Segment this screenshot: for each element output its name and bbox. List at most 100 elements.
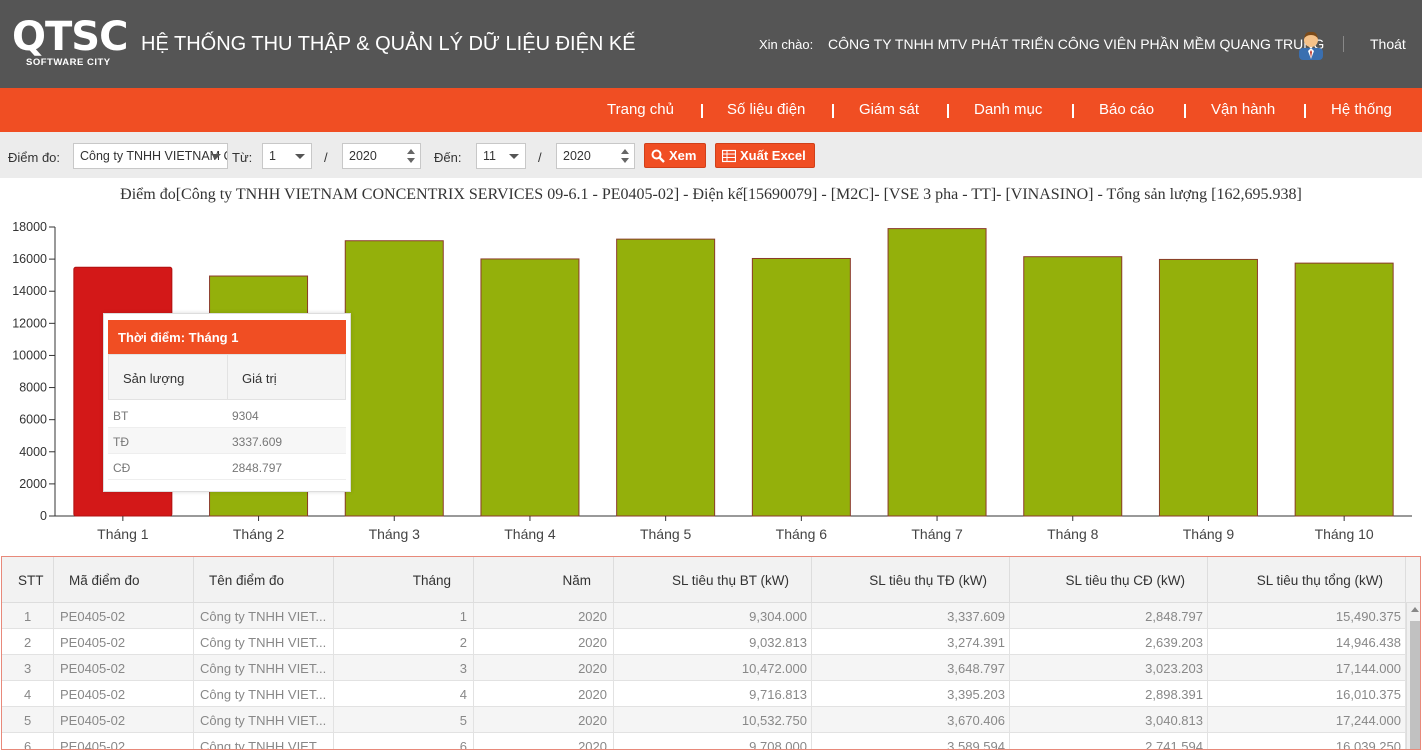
scroll-up-icon[interactable] [1411,607,1419,612]
tooltip-row-value: 2848.797 [232,461,283,475]
menu-catalog[interactable]: Danh mục [974,101,1042,118]
x-tick-label: Tháng 8 [1047,526,1099,542]
menu-monitoring[interactable]: Giám sát [859,101,919,118]
y-tick-label: 4000 [19,445,47,459]
spinner-arrows-icon[interactable] [621,148,629,164]
logo-text: QTSC [12,14,128,60]
cell-month: 3 [334,655,474,681]
y-tick-label: 18000 [12,220,47,234]
cell-td: 3,337.609 [812,603,1010,629]
cell-td: 3,589.594 [812,733,1010,749]
cell-point-code: PE0405-02 [54,603,194,629]
to-label: Đến: [434,150,462,165]
col-header-point-name[interactable]: Tên điểm đo [194,557,334,603]
cell-point-code: PE0405-02 [54,655,194,681]
cell-month: 4 [334,681,474,707]
tooltip-col-output: Sản lượng [108,354,228,400]
col-header-total[interactable]: SL tiêu thụ tổng (kW) [1208,557,1406,603]
x-tick-label: Tháng 7 [911,526,963,542]
col-header-year[interactable]: Năm [474,557,614,603]
x-tick-label: Tháng 5 [640,526,692,542]
view-button[interactable]: Xem [644,143,706,168]
logout-link[interactable]: Thoát [1370,36,1406,52]
cell-point-name: Công ty TNHH VIET... [194,655,334,681]
cell-month: 5 [334,707,474,733]
col-header-bt[interactable]: SL tiêu thụ BT (kW) [614,557,812,603]
col-header-month[interactable]: Tháng [334,557,474,603]
table-row[interactable]: 1 PE0405-02 Công ty TNHH VIET... 1 2020 9,304… [2,603,1406,629]
cell-year: 2020 [474,707,614,733]
x-tick-label: Tháng 6 [776,526,828,542]
menu-divider [832,104,834,118]
chart-bar [1158,258,1258,517]
app-header: QTSC SOFTWARE CITY HỆ THỐNG THU THẬP & Q… [0,0,1422,88]
cell-point-code: PE0405-02 [54,707,194,733]
col-header-stt[interactable]: STT [2,557,54,603]
filter-bar: Điểm đo: Công ty TNHH VIETNAM CONCENTRIX… [0,132,1422,178]
chart-bar [887,228,987,517]
cell-stt: 1 [2,603,54,629]
y-tick-label: 14000 [12,284,47,298]
cell-stt: 2 [2,629,54,655]
scrollbar-thumb[interactable] [1410,621,1420,749]
from-month-select[interactable]: 1 [262,143,312,169]
y-tick-label: 6000 [19,413,47,427]
y-tick-label: 0 [40,509,47,523]
user-avatar-icon[interactable] [1296,28,1326,60]
cell-bt: 10,532.750 [614,707,812,733]
cell-stt: 5 [2,707,54,733]
table-row[interactable]: 6 PE0405-02 Công ty TNHH VIET... 6 2020 9,708… [2,733,1406,749]
table-row[interactable]: 4 PE0405-02 Công ty TNHH VIET... 4 2020 9,716… [2,681,1406,707]
cell-point-code: PE0405-02 [54,629,194,655]
tooltip-col-value: Giá trị [227,354,346,400]
table-row[interactable]: 2 PE0405-02 Công ty TNHH VIET... 2 2020 9,032… [2,629,1406,655]
to-year-stepper[interactable]: 2020 [556,143,635,169]
menu-reports[interactable]: Báo cáo [1099,101,1154,118]
export-excel-button[interactable]: Xuất Excel [715,143,815,168]
y-tick-label: 8000 [19,381,47,395]
greeting-label: Xin chào: [759,37,814,52]
search-icon [651,149,665,163]
tooltip-row-value: 3337.609 [232,435,283,449]
table-row[interactable]: 5 PE0405-02 Công ty TNHH VIET... 5 2020 10,53… [2,707,1406,733]
measure-point-select[interactable]: Công ty TNHH VIETNAM CONCENTRIX [73,143,228,169]
cell-stt: 4 [2,681,54,707]
from-label: Từ: [232,150,253,165]
menu-system[interactable]: Hệ thống [1331,101,1392,118]
cell-cd: 2,639.203 [1010,629,1208,655]
chevron-down-icon [211,154,221,159]
from-year-stepper[interactable]: 2020 [342,143,421,169]
qtsc-logo[interactable]: QTSC SOFTWARE CITY [12,14,128,74]
menu-home[interactable]: Trang chủ [607,101,674,118]
table-scrollbar[interactable] [1406,603,1420,749]
cell-year: 2020 [474,681,614,707]
cell-month: 2 [334,629,474,655]
col-header-point-code[interactable]: Mã điểm đo [54,557,194,603]
menu-divider [947,104,949,118]
to-month-select[interactable]: 11 [476,143,526,169]
cell-bt: 9,716.813 [614,681,812,707]
tooltip-row: CĐ 2848.797 [108,454,346,480]
cell-total: 16,039.250 [1208,733,1406,749]
spinner-arrows-icon[interactable] [407,148,415,164]
col-header-td[interactable]: SL tiêu thụ TĐ (kW) [812,557,1010,603]
table-row[interactable]: 3 PE0405-02 Công ty TNHH VIET... 3 2020 10,47… [2,655,1406,681]
menu-power-data[interactable]: Số liệu điện [727,101,805,118]
excel-icon [722,149,736,163]
menu-operations[interactable]: Vận hành [1211,101,1275,118]
cell-stt: 3 [2,655,54,681]
y-tick-label: 10000 [12,348,47,362]
chart-tooltip: Thời điểm: Tháng 1 Sản lượng Giá trị BT … [103,313,351,492]
cell-year: 2020 [474,603,614,629]
measure-point-label: Điểm đo: [8,150,61,165]
menu-divider [1072,104,1074,118]
col-header-cd[interactable]: SL tiêu thụ CĐ (kW) [1010,557,1208,603]
cell-total: 16,010.375 [1208,681,1406,707]
cell-point-code: PE0405-02 [54,681,194,707]
header-divider [1343,36,1344,52]
menu-divider [1304,104,1306,118]
cell-bt: 9,304.000 [614,603,812,629]
cell-total: 14,946.438 [1208,629,1406,655]
tooltip-row-value: 9304 [232,409,259,423]
cell-cd: 2,848.797 [1010,603,1208,629]
